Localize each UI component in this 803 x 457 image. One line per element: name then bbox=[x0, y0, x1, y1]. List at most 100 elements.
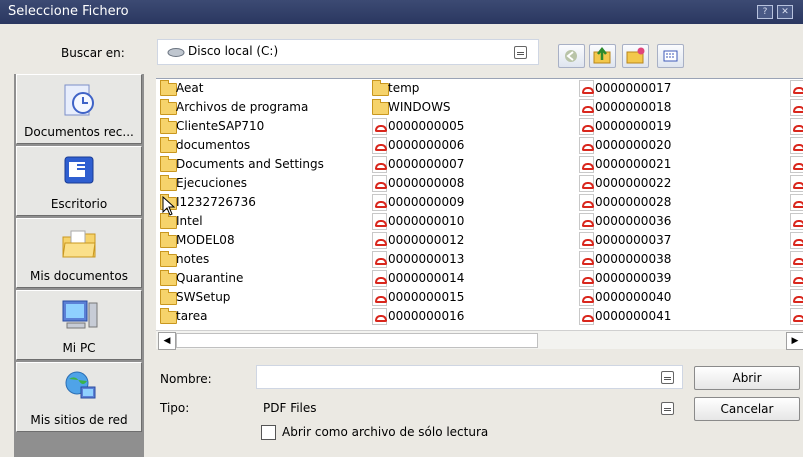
file-name: 0000000009 bbox=[388, 195, 465, 209]
lookin-value: Disco local (C:) bbox=[188, 44, 279, 58]
file-name: 0000000006 bbox=[388, 138, 465, 152]
filetype-dropdown[interactable]: PDF Files bbox=[256, 396, 683, 420]
file-name: 0000000037 bbox=[595, 233, 672, 247]
pdf-file-icon bbox=[579, 213, 594, 230]
pdf-file-icon bbox=[790, 232, 803, 249]
folder-name: WINDOWS bbox=[388, 100, 451, 114]
my-computer-icon bbox=[62, 300, 98, 329]
open-button[interactable]: Abrir bbox=[694, 366, 800, 390]
pdf-file-icon bbox=[579, 99, 594, 116]
folder-name: I1232726736 bbox=[176, 195, 256, 209]
folder-icon bbox=[160, 289, 177, 305]
pdf-file-icon bbox=[790, 289, 803, 306]
scroll-left-arrow-icon[interactable]: ◀ bbox=[158, 332, 176, 350]
pdf-file-icon bbox=[790, 80, 803, 97]
close-button[interactable]: ✕ bbox=[777, 5, 793, 19]
new-folder-button[interactable] bbox=[622, 44, 649, 68]
file-name: 0000000022 bbox=[595, 176, 672, 190]
pdf-file-icon bbox=[372, 270, 387, 287]
folder-icon bbox=[160, 118, 177, 134]
pdf-file-icon bbox=[790, 308, 803, 325]
pdf-file-icon bbox=[790, 118, 803, 135]
folder-name: notes bbox=[176, 252, 210, 266]
pdf-file-icon bbox=[372, 175, 387, 192]
pdf-file-icon bbox=[790, 194, 803, 211]
pdf-file-icon bbox=[579, 80, 594, 97]
pdf-file-icon bbox=[579, 289, 594, 306]
file-name: 0000000013 bbox=[388, 252, 465, 266]
pdf-file-icon bbox=[579, 118, 594, 135]
horizontal-scrollbar[interactable]: ◀ ▶ bbox=[156, 330, 803, 350]
pdf-file-icon bbox=[790, 175, 803, 192]
place-mycomputer[interactable]: Mi PC bbox=[16, 290, 142, 360]
place-desktop[interactable]: Escritorio bbox=[16, 146, 142, 216]
cancel-button[interactable]: Cancelar bbox=[694, 397, 800, 421]
help-button[interactable]: ? bbox=[757, 5, 773, 19]
place-network[interactable]: Mis sitios de red bbox=[16, 362, 142, 432]
folder-name: Intel bbox=[176, 214, 203, 228]
dropdown-icon[interactable] bbox=[661, 402, 674, 415]
pdf-file-icon bbox=[372, 118, 387, 135]
pdf-file-icon bbox=[372, 289, 387, 306]
scroll-right-arrow-icon[interactable]: ▶ bbox=[786, 332, 803, 350]
mouse-cursor-icon bbox=[162, 196, 176, 216]
file-name: 0000000036 bbox=[595, 214, 672, 228]
scrollbar-thumb[interactable] bbox=[176, 333, 538, 348]
file-name: 0000000017 bbox=[595, 81, 672, 95]
pdf-file-icon bbox=[372, 251, 387, 268]
type-label: Tipo: bbox=[160, 401, 190, 415]
folder-icon bbox=[372, 80, 389, 96]
file-name: 0000000021 bbox=[595, 157, 672, 171]
pdf-file-icon bbox=[372, 308, 387, 325]
pdf-file-icon bbox=[579, 194, 594, 211]
pdf-file-icon bbox=[790, 251, 803, 268]
pdf-file-icon bbox=[579, 175, 594, 192]
folder-icon bbox=[372, 99, 389, 115]
dropdown-icon[interactable] bbox=[661, 371, 674, 384]
readonly-checkbox[interactable] bbox=[261, 425, 276, 440]
up-folder-icon bbox=[593, 46, 611, 64]
my-documents-icon bbox=[62, 230, 96, 258]
file-name: 0000000015 bbox=[388, 290, 465, 304]
pdf-file-icon bbox=[790, 156, 803, 173]
name-label: Nombre: bbox=[160, 372, 212, 386]
pdf-file-icon bbox=[372, 137, 387, 154]
pdf-file-icon bbox=[579, 232, 594, 249]
filetype-value: PDF Files bbox=[263, 401, 317, 415]
dropdown-icon[interactable] bbox=[514, 46, 527, 59]
folder-icon bbox=[160, 308, 177, 324]
file-name: 0000000007 bbox=[388, 157, 465, 171]
file-name: 0000000014 bbox=[388, 271, 465, 285]
place-mydocuments[interactable]: Mis documentos bbox=[16, 218, 142, 288]
back-button[interactable] bbox=[558, 44, 585, 68]
view-menu-icon bbox=[663, 50, 678, 62]
place-recent[interactable]: Documentos rec... bbox=[16, 74, 142, 144]
place-label: Mis sitios de red bbox=[30, 413, 128, 427]
desktop-icon bbox=[64, 156, 94, 184]
pdf-file-icon bbox=[579, 137, 594, 154]
folder-name: Archivos de programa bbox=[176, 100, 309, 114]
view-menu-button[interactable] bbox=[657, 44, 684, 68]
pdf-file-icon bbox=[790, 137, 803, 154]
new-folder-icon bbox=[626, 47, 645, 64]
file-name: 0000000010 bbox=[388, 214, 465, 228]
folder-icon bbox=[160, 175, 177, 191]
file-name: 0000000008 bbox=[388, 176, 465, 190]
file-name: 0000000005 bbox=[388, 119, 465, 133]
folder-name: Ejecuciones bbox=[176, 176, 248, 190]
filename-input[interactable] bbox=[256, 365, 683, 389]
place-label: Documentos rec... bbox=[24, 125, 134, 139]
up-folder-button[interactable] bbox=[589, 44, 616, 68]
lookin-dropdown[interactable]: Disco local (C:) bbox=[157, 39, 539, 65]
file-list[interactable]: Aeat Archivos de programa ClienteSAP710 … bbox=[156, 78, 803, 331]
folder-name: ClienteSAP710 bbox=[176, 119, 265, 133]
place-label: Mis documentos bbox=[30, 269, 128, 283]
places-bar: Documentos rec... Escritorio Mis documen… bbox=[14, 74, 144, 457]
pdf-file-icon bbox=[579, 156, 594, 173]
place-label: Escritorio bbox=[50, 197, 108, 211]
folder-name: temp bbox=[388, 81, 420, 95]
folder-name: documentos bbox=[176, 138, 251, 152]
file-name: 0000000012 bbox=[388, 233, 465, 247]
folder-name: Quarantine bbox=[176, 271, 244, 285]
pdf-file-icon bbox=[579, 251, 594, 268]
